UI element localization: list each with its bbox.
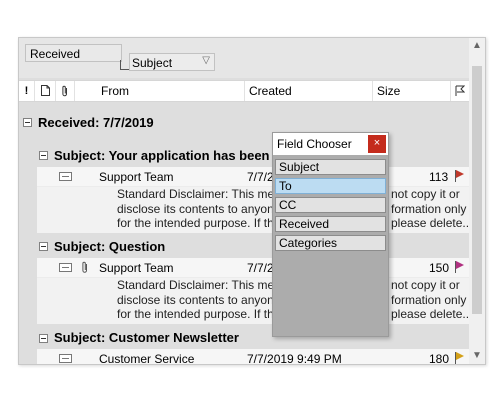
created-column-label: Created: [249, 84, 292, 98]
group-by-subject-label: Subject: [132, 56, 173, 70]
preview-line: formation only: [391, 292, 467, 307]
from-cell: Support Team: [99, 170, 174, 184]
size-column-label: Size: [377, 84, 401, 98]
message-preview-right: not copy it or formation only please del…: [391, 187, 472, 231]
attachment-column-header[interactable]: [56, 81, 75, 101]
from-column-label: From: [101, 84, 129, 98]
created-cell: 7/7/2019 9:49 PM: [247, 352, 342, 365]
importance-column-header[interactable]: !: [19, 81, 35, 101]
scroll-down-icon[interactable]: ▼: [469, 350, 485, 361]
envelope-icon: [59, 263, 72, 272]
attachment-icon: [62, 85, 67, 97]
field-chooser-titlebar[interactable]: Field Chooser ×: [273, 133, 388, 155]
field-chooser-item-categories[interactable]: Categories: [275, 235, 386, 251]
preview-line: not copy it or: [391, 187, 460, 201]
scrollbar-thumb[interactable]: [472, 66, 482, 314]
collapse-subject-group-toggle[interactable]: [39, 334, 48, 343]
document-column-header[interactable]: [35, 81, 56, 101]
collapse-subject-group-toggle[interactable]: [39, 151, 48, 160]
size-column-header[interactable]: Size: [373, 81, 451, 101]
size-cell: 180: [429, 352, 450, 365]
collapse-subject-group-toggle[interactable]: [39, 242, 48, 251]
flag-icon[interactable]: [455, 352, 465, 364]
size-cell: 113: [429, 170, 449, 184]
field-chooser-item-cc[interactable]: CC: [275, 197, 386, 213]
scroll-up-icon[interactable]: ▲: [469, 40, 485, 51]
flag-filter-icon: [455, 85, 466, 96]
group-by-panel: Received Subject ▽: [19, 38, 469, 78]
field-chooser-item-to[interactable]: To: [275, 178, 386, 194]
flag-icon[interactable]: [455, 170, 465, 182]
message-preview-right: not copy it or formation only please del…: [391, 278, 472, 322]
group-by-subject-box[interactable]: Subject ▽: [129, 53, 215, 71]
preview-line: please delete...: [391, 216, 473, 230]
importance-icon: !: [24, 85, 29, 97]
preview-line: formation only: [391, 201, 467, 216]
field-chooser-title: Field Chooser: [277, 137, 352, 151]
flag-icon[interactable]: [455, 261, 465, 273]
table-row[interactable]: Support Team 7/7/2 150: [37, 258, 469, 278]
vertical-scrollbar[interactable]: ▲ ▼: [469, 38, 485, 364]
field-chooser-item-received[interactable]: Received: [275, 216, 386, 232]
from-column-header[interactable]: From: [97, 81, 245, 101]
table-row[interactable]: Customer Service 7/7/2019 9:49 PM 180: [37, 349, 469, 365]
envelope-icon: [59, 354, 72, 363]
mail-grid: Received Subject ▽ ! From Created Size R…: [18, 37, 486, 365]
field-chooser-item-subject[interactable]: Subject: [275, 159, 386, 175]
subject-group-label: Subject: Question: [54, 239, 166, 254]
from-cell: Customer Service: [99, 352, 195, 365]
collapse-received-group-toggle[interactable]: [23, 118, 32, 127]
received-group-label: Received: 7/7/2019: [38, 115, 154, 130]
preview-line: not copy it or: [391, 278, 460, 292]
table-row[interactable]: Support Team 7/7/2 113: [37, 167, 469, 187]
subject-group-label: Subject: Your application has been app: [54, 148, 297, 163]
column-header-row: ! From Created Size: [19, 80, 469, 102]
from-cell: Support Team: [99, 261, 174, 275]
envelope-icon: [59, 172, 72, 181]
attachment-icon: [82, 261, 87, 273]
created-cell: 7/7/2: [247, 261, 274, 275]
preview-line: please delete...: [391, 307, 473, 321]
flag-column-header[interactable]: [451, 81, 469, 101]
group-by-received-box[interactable]: Received: [25, 44, 122, 62]
close-icon[interactable]: ×: [368, 135, 386, 153]
created-column-header[interactable]: Created: [245, 81, 373, 101]
field-chooser-dialog: Field Chooser × Subject To CC Received C…: [272, 132, 389, 337]
chevron-down-icon: ▽: [202, 55, 210, 66]
subject-group-label: Subject: Customer Newsletter: [54, 330, 239, 345]
size-cell: 150: [429, 261, 450, 275]
created-cell: 7/7/2: [247, 170, 274, 184]
document-icon: [40, 85, 50, 96]
